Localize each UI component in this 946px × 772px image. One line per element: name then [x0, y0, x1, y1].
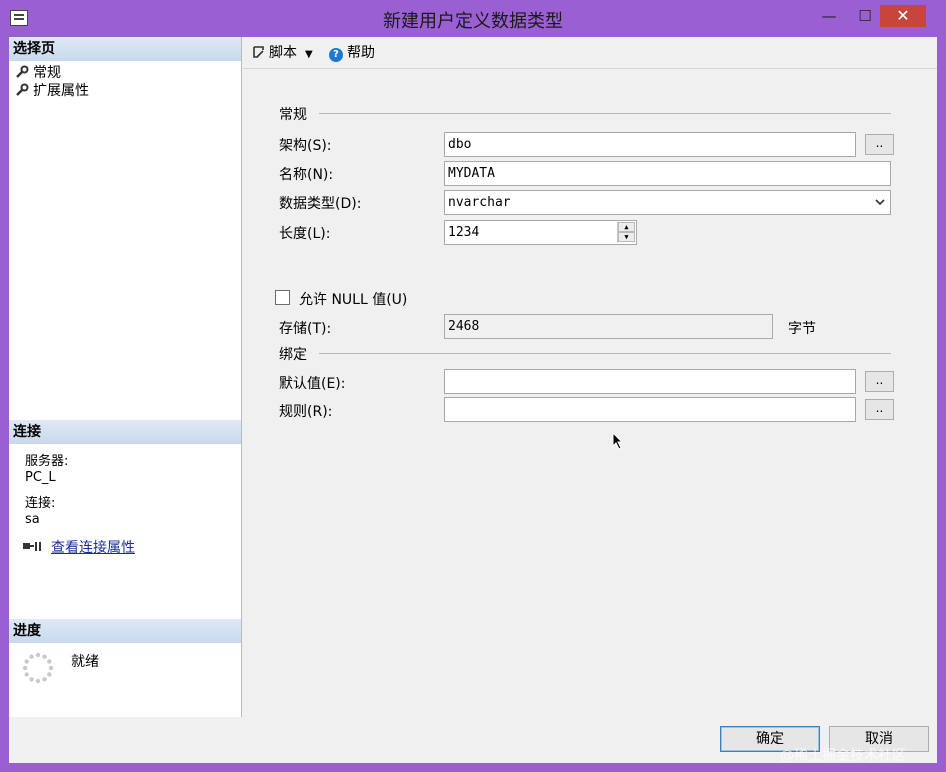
maximize-button[interactable]: ☐ [852, 5, 878, 27]
default-field[interactable] [444, 369, 856, 394]
help-icon: ? [329, 48, 343, 62]
length-value: 1234 [448, 225, 480, 240]
general-group-label: 常规 [279, 107, 307, 123]
group-divider [319, 353, 891, 354]
schema-browse-button[interactable]: .. [865, 134, 894, 155]
watermark: @稀土掘金技术社区 [780, 748, 906, 764]
rule-browse-button[interactable]: .. [865, 399, 894, 420]
wrench-icon [16, 83, 29, 96]
script-icon [253, 46, 264, 58]
mouse-cursor-icon [612, 432, 624, 450]
page-item-general[interactable]: 常规 [15, 64, 61, 82]
progress-header: 进度 [9, 619, 241, 643]
close-button[interactable]: ✕ [880, 5, 926, 27]
script-button[interactable]: 脚本 ▼ [251, 45, 313, 63]
plug-icon [23, 542, 41, 551]
view-connection-properties-link[interactable]: 查看连接属性 [51, 537, 135, 557]
dialog-client-area: 选择页 常规 扩展属性 连接 服务器: PC_L 连接: sa 查看连接属性 进… [9, 37, 937, 763]
storage-field: 2468 [444, 314, 773, 339]
storage-unit: 字节 [788, 321, 816, 337]
toolbar: 脚本 ▼ ? 帮助 [243, 37, 937, 69]
name-label: 名称(N): [279, 167, 334, 183]
chevron-down-icon[interactable]: ▼ [305, 47, 313, 63]
spin-down-icon[interactable]: ▼ [618, 232, 635, 242]
general-page-form: 常规 架构(S): dbo .. 名称(N): MYDATA 数据类型(D): … [243, 70, 937, 720]
window-title: 新建用户定义数据类型 [383, 11, 563, 32]
group-divider [319, 113, 891, 114]
datatype-label: 数据类型(D): [279, 196, 362, 212]
left-pane: 选择页 常规 扩展属性 连接 服务器: PC_L 连接: sa 查看连接属性 进… [9, 37, 242, 717]
minimize-button[interactable]: — [816, 5, 842, 27]
schema-label: 架构(S): [279, 138, 332, 154]
dialog-window: 新建用户定义数据类型 — ☐ ✕ 选择页 常规 扩展属性 连接 服务器: PC_… [0, 0, 946, 772]
connection-header: 连接 [9, 420, 241, 444]
help-label: 帮助 [347, 45, 375, 61]
default-label: 默认值(E): [279, 376, 346, 392]
page-item-label: 常规 [33, 65, 61, 81]
connection-label: 连接: [25, 496, 56, 511]
datatype-select[interactable]: nvarchar [444, 190, 891, 215]
length-label: 长度(L): [279, 226, 331, 242]
storage-label: 存储(T): [279, 321, 332, 337]
server-label: 服务器: [25, 454, 69, 469]
page-item-extended-properties[interactable]: 扩展属性 [15, 82, 89, 100]
name-field[interactable]: MYDATA [444, 161, 891, 186]
allow-null-label[interactable]: 允许 NULL 值(U) [299, 289, 407, 309]
binding-group-label: 绑定 [279, 347, 307, 363]
help-button[interactable]: ? 帮助 [329, 45, 375, 63]
rule-label: 规则(R): [279, 404, 333, 420]
select-page-header: 选择页 [9, 37, 241, 61]
rule-field[interactable] [444, 397, 856, 422]
schema-field[interactable]: dbo [444, 132, 856, 157]
length-spin-buttons: ▲ ▼ [617, 222, 635, 243]
page-item-label: 扩展属性 [33, 83, 89, 99]
chevron-down-icon[interactable] [874, 196, 886, 208]
progress-status: 就绪 [71, 654, 99, 670]
datatype-value: nvarchar [448, 195, 511, 210]
script-label: 脚本 [269, 45, 297, 61]
title-bar[interactable]: 新建用户定义数据类型 — ☐ ✕ [0, 0, 946, 36]
wrench-icon [16, 65, 29, 78]
length-stepper[interactable]: 1234 ▲ ▼ [444, 220, 637, 245]
allow-null-checkbox[interactable] [275, 290, 290, 305]
default-browse-button[interactable]: .. [865, 371, 894, 392]
connection-value: sa [25, 512, 40, 527]
spin-up-icon[interactable]: ▲ [618, 222, 635, 232]
progress-spinner-icon [22, 652, 54, 684]
server-value: PC_L [25, 470, 56, 485]
